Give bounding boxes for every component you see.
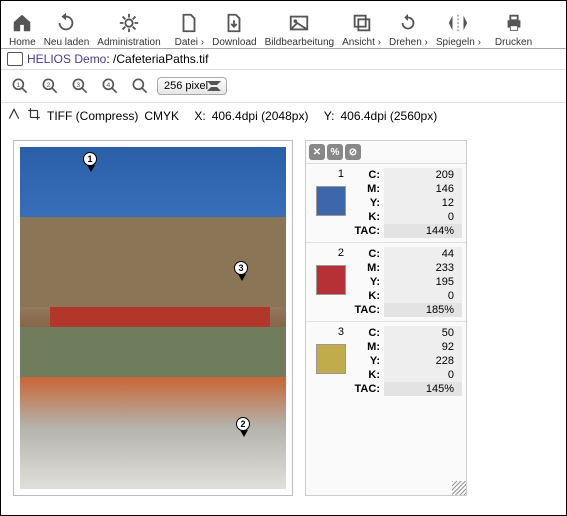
color-marker-1[interactable]: 1 [83,152,99,174]
k-value: 0 [384,368,462,382]
toolbar-home-button[interactable]: Home [5,5,40,48]
zoom-toolbar: 1 2 3 4 256 pixel [1,70,566,103]
svg-text:4: 4 [106,82,110,89]
rotate-icon [396,11,420,35]
toolbar-label: Datei › [175,37,204,48]
breadcrumb: HELIOS Demo : / CafeteriaPaths.tif [1,49,566,70]
image-info-bar: TIFF (Compress) CMYK X: 406.4dpi (2048px… [1,103,566,128]
svg-text:1: 1 [16,82,20,89]
toolbar-rotate-button[interactable]: Drehen › [385,5,432,48]
path-sep: : / [106,52,116,66]
y-value: 406.4dpi (2560px) [340,109,437,123]
toolbar-label: Neu laden [44,37,90,48]
path-root[interactable]: HELIOS Demo [27,52,106,66]
color-swatch [316,186,346,216]
toolbar-label: Spiegeln › [436,37,481,48]
toolbar-download-button[interactable]: Download [208,5,260,48]
image-preview[interactable]: 1 2 3 [13,140,293,496]
zoom-tool-button[interactable] [127,74,153,98]
preview-image: 1 2 3 [20,147,286,489]
m-value: 92 [384,340,462,354]
color-entry-3: 3C:50M:92Y:228K:0TAC:145% [306,321,466,400]
color-marker-3[interactable]: 3 [234,261,250,283]
y-label: Y: [324,109,335,123]
svg-text:2: 2 [46,82,50,89]
svg-text:3: 3 [76,82,80,89]
m-value: 146 [384,182,462,196]
k-value: 0 [384,210,462,224]
y-value: 195 [384,275,462,289]
y-value: 228 [384,354,462,368]
c-value: 44 [384,247,462,261]
disable-icon[interactable]: ⊘ [345,144,361,160]
toolbar-file-button[interactable]: Datei › [171,5,208,48]
entry-index: 1 [338,168,346,180]
tac-value: 185% [384,303,462,317]
toolbar-flip-button[interactable]: Spiegeln › [432,5,485,48]
color-sample-panel: ✕ % ⊘ 1C:209M:146Y:12K:0TAC:144%2C:44M:2… [305,140,467,496]
toolbar-label: Drucken [495,37,532,48]
main-toolbar: Home Neu laden Administration Datei › Downlo… [1,1,566,49]
toolbar-admin-button[interactable]: Administration [93,5,164,48]
x-value: 406.4dpi (2048px) [212,109,309,123]
zoom-select[interactable]: 256 pixel [157,77,227,95]
file-icon [7,52,23,66]
path-tool-icon [7,107,21,124]
toolbar-label: Administration [97,37,160,48]
reload-icon [54,11,78,35]
file-icon [177,11,201,35]
toolbar-print-button[interactable]: Drucken [491,5,536,48]
percent-icon[interactable]: % [327,144,343,160]
zoom-2-button[interactable]: 2 [37,74,63,98]
crop-tool-icon [27,107,41,124]
panel-header: ✕ % ⊘ [306,141,466,164]
y-value: 12 [384,196,462,210]
color-entry-1: 1C:209M:146Y:12K:0TAC:144% [306,164,466,242]
tac-value: 144% [384,224,462,238]
toolbar-label: Bildbearbeitung [265,37,335,48]
format-label: TIFF (Compress) [47,109,138,123]
flip-icon [446,11,470,35]
color-entry-2: 2C:44M:233Y:195K:0TAC:185% [306,242,466,321]
toolbar-label: Home [9,37,36,48]
c-value: 50 [384,326,462,340]
x-label: X: [194,109,205,123]
main-area: 123 ✕ % ⊘ 1C:209M:146Y:12K:0TAC:144%2C:4… [1,128,566,508]
color-swatch [316,265,346,295]
toolbar-reload-button[interactable]: Neu laden [40,5,94,48]
toolbar-label: Ansicht › [342,37,381,48]
download-icon [222,11,246,35]
gear-icon [117,11,141,35]
c-value: 209 [384,168,462,182]
toolbar-label: Download [212,37,256,48]
resize-handle[interactable] [452,481,466,495]
colorspace-label: CMYK [144,109,179,123]
path-file: CafeteriaPaths.tif [116,52,208,66]
zoom-1-button[interactable]: 1 [7,74,33,98]
zoom-3-button[interactable]: 3 [67,74,93,98]
color-swatch [316,344,346,374]
picture-icon [287,11,311,35]
toolbar-label: Drehen › [389,37,428,48]
toolbar-edit-button[interactable]: Bildbearbeitung [261,5,339,48]
layers-icon [350,11,374,35]
toolbar-view-button[interactable]: Ansicht › [338,5,385,48]
close-icon[interactable]: ✕ [309,144,325,160]
tac-value: 145% [384,382,462,396]
k-value: 0 [384,289,462,303]
panel-entries: 1C:209M:146Y:12K:0TAC:144%2C:44M:233Y:19… [306,164,466,400]
zoom-4-button[interactable]: 4 [97,74,123,98]
entry-index: 3 [338,326,346,338]
m-value: 233 [384,261,462,275]
print-icon [502,11,526,35]
color-marker-2[interactable]: 2 [236,417,252,439]
home-icon [10,11,34,35]
entry-index: 2 [338,247,346,259]
